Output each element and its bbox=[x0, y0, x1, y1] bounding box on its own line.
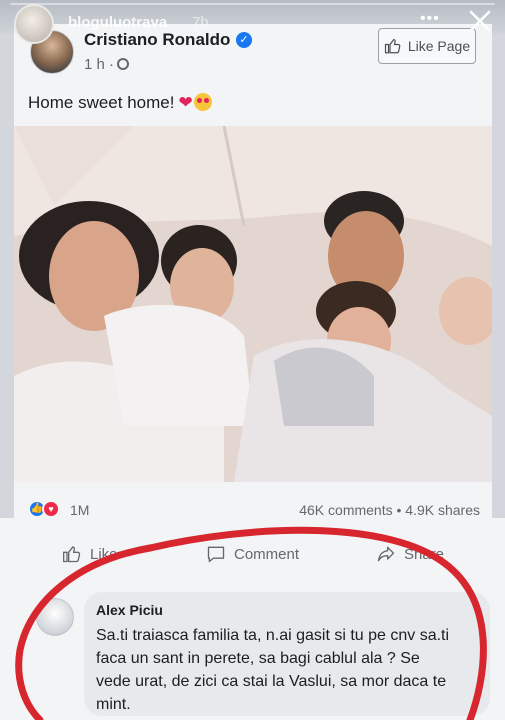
close-icon[interactable] bbox=[466, 7, 494, 35]
share-label: Share bbox=[404, 545, 445, 563]
post-text-body: Home sweet home! bbox=[28, 93, 175, 112]
commenter-name[interactable]: Alex Piciu bbox=[96, 602, 163, 618]
reactions-count[interactable]: 1M bbox=[70, 502, 89, 518]
story-username[interactable]: bloguluotrava bbox=[68, 14, 167, 31]
thumbs-up-icon bbox=[63, 546, 81, 563]
comment-text: Sa.ti traiasca familia ta, n.ai gasit si… bbox=[96, 627, 450, 713]
ellipsis-icon[interactable]: ••• bbox=[420, 10, 440, 28]
share-icon bbox=[377, 546, 395, 562]
story-avatar[interactable] bbox=[14, 4, 54, 44]
post-text: Home sweet home! ❤ bbox=[28, 93, 212, 113]
like-page-label: Like Page bbox=[407, 38, 471, 54]
like-label: Like bbox=[90, 545, 118, 563]
comment-button[interactable]: Comment bbox=[206, 544, 299, 564]
post-meta: 1 h · bbox=[84, 56, 130, 73]
post-time: 1 h · bbox=[84, 56, 115, 73]
like-button[interactable]: Like bbox=[62, 544, 118, 564]
comment-section: Alex Piciu Sa.ti traiasca familia ta, n.… bbox=[0, 580, 505, 720]
verified-badge-icon: ✓ bbox=[236, 32, 252, 48]
facebook-post-card: Cristiano Ronaldo ✓ 1 h · Like Page Home… bbox=[14, 24, 492, 544]
commenter-avatar[interactable] bbox=[36, 598, 74, 636]
comments-shares-count[interactable]: 46K comments • 4.9K shares bbox=[299, 502, 480, 518]
red-heart-icon: ❤ bbox=[178, 93, 193, 112]
thumbs-up-icon bbox=[384, 39, 401, 54]
heart-eyes-icon bbox=[193, 93, 212, 111]
post-photo[interactable] bbox=[14, 126, 492, 482]
comment-bubble: Alex Piciu Sa.ti traiasca familia ta, n.… bbox=[84, 592, 490, 716]
love-reaction-icon: ♥ bbox=[42, 500, 60, 518]
author-name[interactable]: Cristiano Ronaldo bbox=[84, 30, 230, 50]
story-time: 7h bbox=[192, 14, 209, 31]
globe-icon bbox=[117, 58, 130, 70]
story-progress-bar bbox=[10, 3, 495, 5]
comment-icon bbox=[207, 546, 225, 563]
comment-label: Comment bbox=[234, 545, 300, 563]
share-button[interactable]: Share bbox=[376, 544, 444, 564]
like-page-button[interactable]: Like Page bbox=[378, 28, 476, 64]
